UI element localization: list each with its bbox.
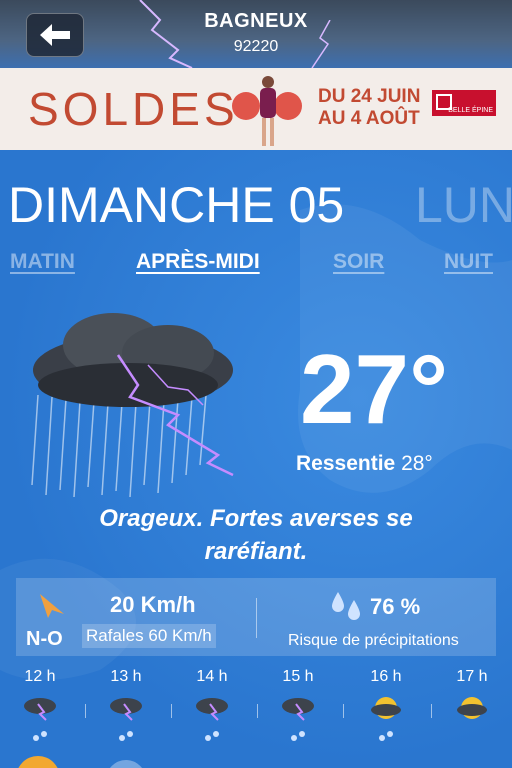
rain-label: Risque de précipitations bbox=[288, 632, 459, 649]
ad-dates-line2: AU 4 AOÛT bbox=[318, 108, 420, 129]
wind-direction: N-O bbox=[26, 628, 63, 650]
thunderstorm-icon bbox=[282, 698, 314, 721]
wind-direction-arrow-icon bbox=[40, 594, 64, 618]
tab-apres-midi[interactable]: APRÈS-MIDI bbox=[136, 250, 260, 274]
thunderstorm-icon bbox=[196, 698, 228, 721]
thunderstorm-icon bbox=[24, 698, 56, 721]
tab-nuit[interactable]: NUIT bbox=[444, 250, 493, 274]
day-next[interactable]: LUN bbox=[415, 176, 512, 234]
ad-dates-line1: DU 24 JUIN bbox=[318, 86, 421, 107]
rain-probability: 76 % bbox=[370, 594, 421, 619]
feels-like-label: Ressentie bbox=[296, 452, 396, 475]
hour-item[interactable]: 17 h bbox=[442, 668, 502, 727]
ad-brand: BELLE ÉPINE bbox=[448, 107, 493, 114]
zip-code: 92220 bbox=[233, 38, 279, 55]
hour-separator bbox=[85, 704, 86, 718]
description-line1: Orageux. Fortes averses se bbox=[99, 505, 413, 532]
hour-separator bbox=[171, 704, 172, 718]
wind-gusts: Rafales 60 Km/h bbox=[82, 624, 216, 648]
bottom-shortcuts bbox=[18, 756, 142, 768]
hour-item[interactable]: 12 h bbox=[10, 668, 70, 748]
hour-label: 15 h bbox=[282, 668, 314, 685]
hour-label: 14 h bbox=[196, 668, 228, 685]
rain-drops-icon bbox=[332, 592, 360, 620]
thunderstorm-icon bbox=[110, 698, 142, 721]
hour-label: 12 h bbox=[24, 668, 56, 685]
panel-divider bbox=[256, 598, 257, 638]
ad-headline: SOLDES bbox=[28, 83, 239, 135]
tab-matin[interactable]: MATIN bbox=[10, 250, 75, 274]
hour-item[interactable]: 15 h bbox=[268, 668, 328, 748]
weather-description: Orageux. Fortes averses se raréfiant. bbox=[40, 502, 472, 568]
details-panel: N-O 20 Km/h Rafales 60 Km/h 76 % Risque … bbox=[16, 578, 496, 656]
wind-speed: 20 Km/h bbox=[110, 592, 196, 617]
rain-drop-icon bbox=[119, 731, 133, 741]
ad-banner[interactable]: SOLDES DU 24 JUIN AU 4 AOÛT BELLE ÉPINE bbox=[0, 68, 512, 150]
hour-item[interactable]: 16 h bbox=[356, 668, 416, 748]
hour-separator bbox=[431, 704, 432, 718]
hour-separator bbox=[343, 704, 344, 718]
feels-like-value: 28° bbox=[401, 452, 433, 475]
rain-drop-icon bbox=[205, 731, 219, 741]
ad-dates: DU 24 JUIN AU 4 AOÛT bbox=[318, 86, 420, 130]
ad-brand-logo: BELLE ÉPINE bbox=[432, 90, 496, 116]
ad-model-image bbox=[232, 76, 302, 146]
tab-soir[interactable]: SOIR bbox=[333, 250, 384, 274]
hour-separator bbox=[257, 704, 258, 718]
brand-mark-icon bbox=[436, 94, 452, 110]
hour-label: 13 h bbox=[110, 668, 142, 685]
hour-label: 17 h bbox=[456, 668, 488, 685]
hour-item[interactable]: 14 h bbox=[182, 668, 242, 748]
sun-storm-icon bbox=[457, 697, 487, 719]
hourly-forecast: 12 h 13 h 14 h 15 h 16 h 17 h bbox=[0, 668, 512, 748]
feels-like: Ressentie 28° bbox=[296, 452, 433, 476]
rain-drop-icon bbox=[33, 731, 47, 741]
thunderstorm-cloud-icon bbox=[31, 313, 234, 498]
hour-label: 16 h bbox=[370, 668, 402, 685]
period-tabs: MATIN APRÈS-MIDI SOIR NUIT bbox=[0, 250, 512, 280]
day-current[interactable]: DIMANCHE 05 bbox=[8, 176, 344, 234]
description-line2: raréfiant. bbox=[204, 538, 308, 565]
rain-drop-icon bbox=[379, 731, 393, 741]
temperature: 27° bbox=[300, 334, 449, 444]
sun-storm-icon bbox=[371, 697, 401, 719]
top-bar: BAGNEUX 92220 bbox=[0, 0, 512, 68]
rain-drop-icon bbox=[291, 731, 305, 741]
sun-shortcut-icon bbox=[18, 756, 58, 768]
city-name: BAGNEUX bbox=[204, 10, 308, 32]
moon-shortcut-icon bbox=[110, 760, 142, 768]
hour-item[interactable]: 13 h bbox=[96, 668, 156, 748]
